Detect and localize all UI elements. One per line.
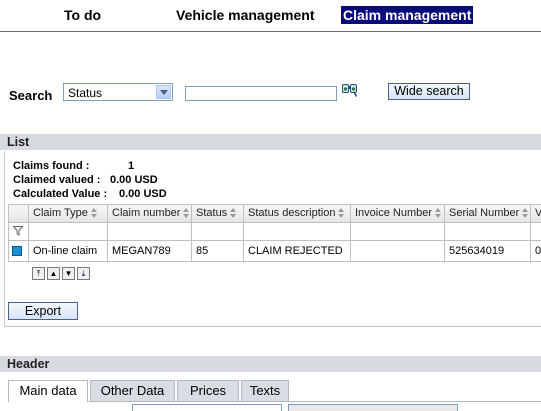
filter-input-claim-number[interactable]	[108, 223, 192, 240]
search-field-value: Status	[68, 86, 103, 100]
calculated-value-amount: 0.00 USD	[119, 188, 167, 200]
column-header-claim-number[interactable]: Claim number	[108, 205, 192, 222]
column-header-status[interactable]: Status	[192, 205, 244, 222]
filter-input-invoice-number[interactable]	[351, 223, 445, 240]
claims-found-label: Claims found :	[13, 160, 90, 172]
calculated-value-label: Calculated Value :	[13, 188, 108, 200]
cell-va: 001	[531, 241, 541, 261]
last-page-icon[interactable]: ⤓	[77, 267, 90, 280]
header-section-title: Header	[0, 356, 541, 372]
column-header-status-description[interactable]: Status description	[244, 205, 351, 222]
search-field-select[interactable]: Status	[63, 83, 173, 101]
table-header-row: Claim Type Claim number Status Status de…	[9, 205, 541, 223]
table-row[interactable]: On-line claim MEGAN789 85 CLAIM REJECTED…	[9, 241, 541, 262]
claimed-value-label: Claimed valued :	[13, 174, 101, 186]
filter-input-claim-type[interactable]	[29, 223, 108, 240]
cell-status: 85	[192, 241, 244, 261]
row-selector-icon[interactable]	[12, 246, 22, 256]
column-header-invoice-number[interactable]: Invoice Number	[351, 205, 445, 222]
row-select-cell[interactable]	[9, 241, 29, 261]
main-data-field[interactable]	[132, 404, 282, 411]
cell-claim-number: MEGAN789	[108, 241, 192, 261]
claims-found-value: 1	[128, 160, 135, 172]
search-label: Search	[9, 88, 53, 103]
tab-main-data[interactable]: Main data	[8, 380, 88, 403]
claims-table: Claim Type Claim number Status Status de…	[8, 204, 541, 262]
filter-input-status-description[interactable]	[244, 223, 351, 240]
nav-todo[interactable]: To do	[64, 6, 101, 24]
filter-cell[interactable]	[9, 223, 29, 240]
sort-icon[interactable]	[435, 208, 442, 219]
chevron-down-icon[interactable]	[156, 85, 171, 99]
sort-icon[interactable]	[522, 208, 529, 219]
tab-texts[interactable]: Texts	[241, 380, 289, 402]
sort-icon[interactable]	[230, 208, 237, 219]
sort-icon[interactable]	[338, 208, 345, 219]
cell-status-description: CLAIM REJECTED	[244, 241, 351, 261]
tab-other-data[interactable]: Other Data	[90, 380, 175, 402]
nav-claim-management[interactable]: Claim management	[341, 6, 474, 24]
column-header-va[interactable]: VA	[531, 205, 541, 222]
column-header-claim-type[interactable]: Claim Type	[29, 205, 108, 222]
binoculars-search-icon[interactable]	[342, 83, 357, 97]
column-header-serial-number[interactable]: Serial Number	[445, 205, 531, 222]
previous-page-icon[interactable]: ▲	[47, 267, 60, 280]
header-select-col	[9, 205, 29, 222]
pager: ⤒ ▲ ▼ ⤓	[32, 267, 92, 281]
sort-icon[interactable]	[90, 208, 97, 219]
cell-claim-type: On-line claim	[29, 241, 108, 261]
filter-input-va[interactable]	[531, 223, 541, 240]
top-nav: To do Vehicle management Claim managemen…	[0, 6, 541, 24]
filter-icon[interactable]	[13, 226, 23, 236]
main-data-select[interactable]	[288, 404, 458, 411]
wide-search-button[interactable]: Wide search	[388, 83, 470, 100]
next-page-icon[interactable]: ▼	[62, 267, 75, 280]
first-page-icon[interactable]: ⤒	[32, 267, 45, 280]
cell-invoice-number	[351, 241, 445, 261]
nav-vehicle-management[interactable]: Vehicle management	[176, 6, 315, 24]
filter-input-serial-number[interactable]	[445, 223, 531, 240]
claimed-value-amount: 0.00 USD	[110, 174, 158, 186]
sort-icon[interactable]	[183, 208, 190, 219]
export-button[interactable]: Export	[8, 302, 78, 320]
search-input[interactable]	[185, 86, 337, 101]
cell-serial-number: 525634019	[445, 241, 531, 261]
tab-prices[interactable]: Prices	[177, 380, 239, 402]
nav-divider	[0, 31, 541, 32]
filter-row	[9, 223, 541, 241]
filter-input-status[interactable]	[192, 223, 244, 240]
list-section-title: List	[0, 134, 541, 150]
